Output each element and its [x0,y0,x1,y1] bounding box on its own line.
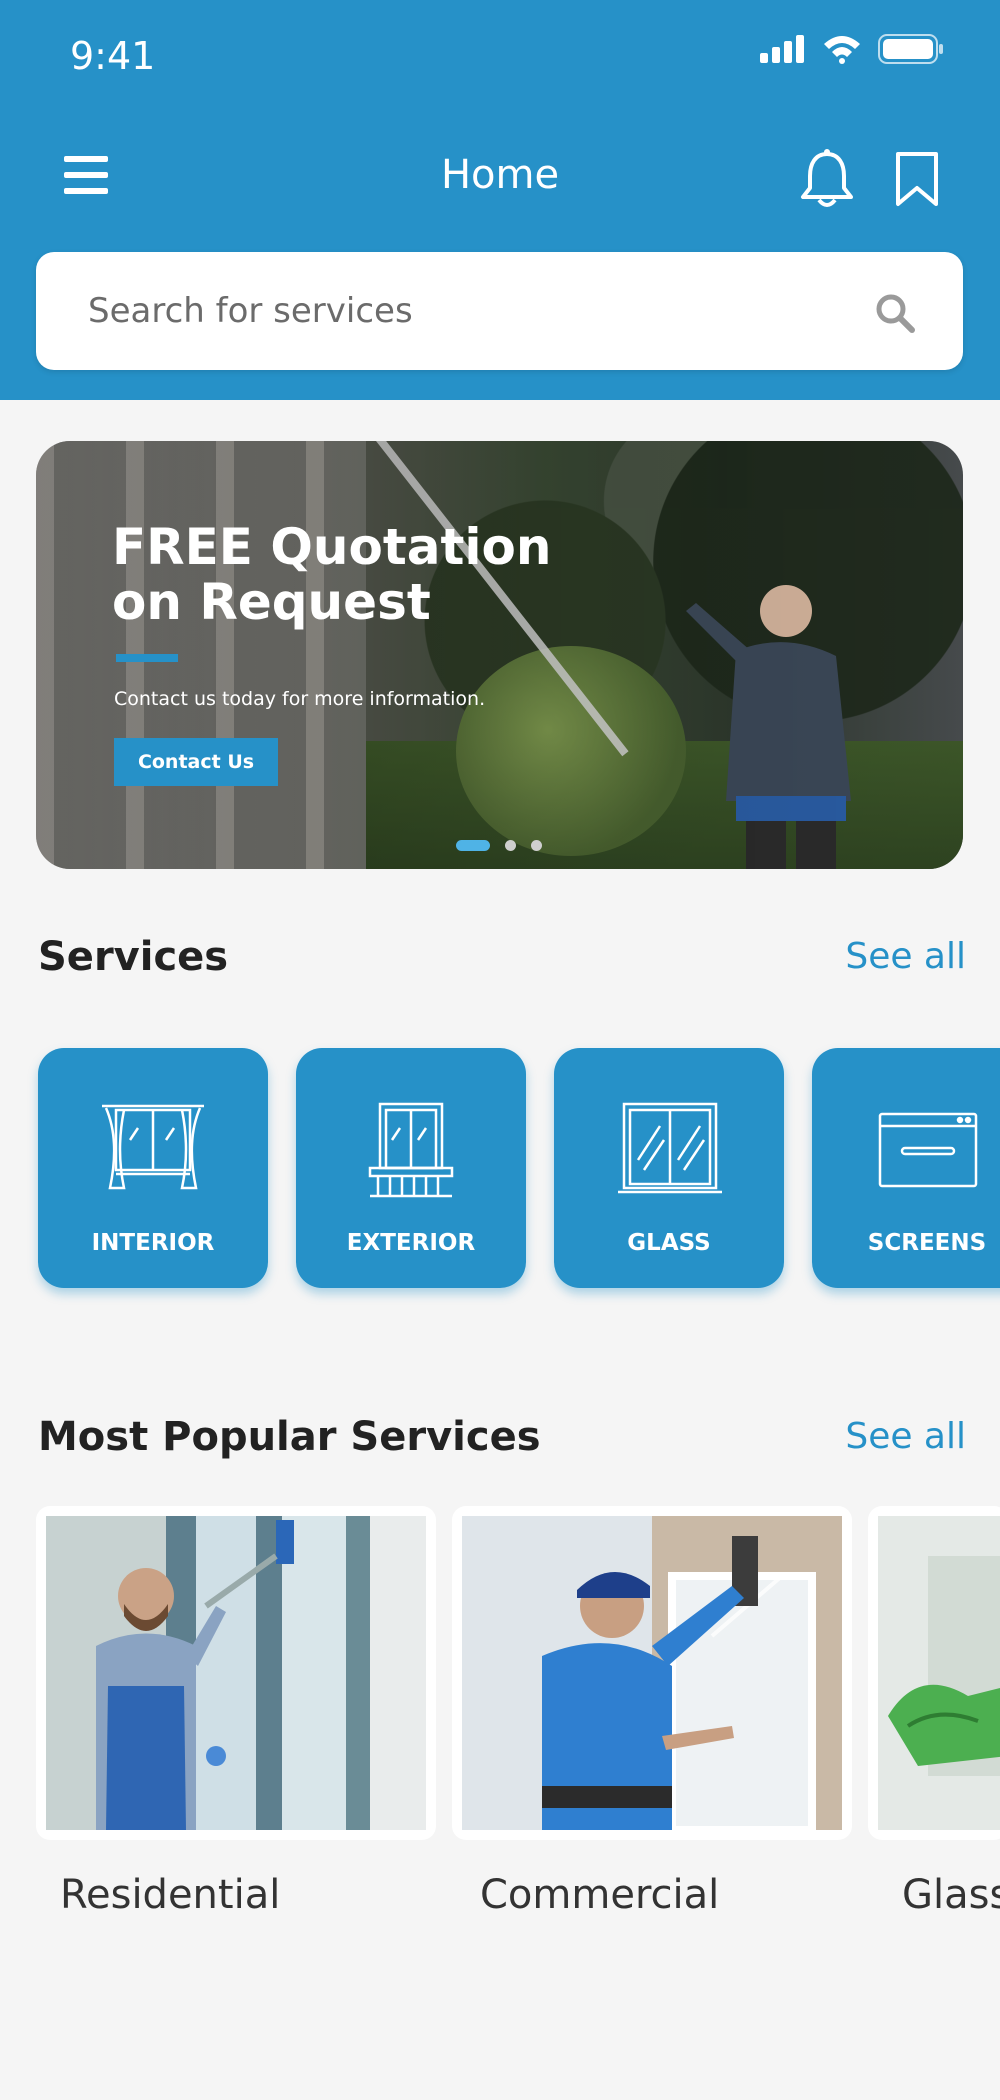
status-icons [760,34,944,64]
service-card-screens[interactable]: SCREENS [812,1048,1000,1288]
residential-photo [46,1516,426,1830]
services-see-all-link[interactable]: See all [845,936,966,977]
bookmark-icon[interactable] [892,150,942,208]
wifi-icon [824,36,860,64]
service-label: INTERIOR [91,1230,215,1256]
balcony-window-icon [368,1102,454,1198]
search-bar [36,252,963,370]
services-heading: Services [38,934,229,980]
service-label: SCREENS [867,1230,987,1256]
curtain-window-icon [102,1104,204,1190]
banner-accent-line [116,654,178,662]
carousel-dot[interactable] [531,840,542,851]
popular-card-glass[interactable] [868,1506,1000,1840]
glass-photo [878,1516,1000,1830]
popular-label: Residential [60,1872,281,1918]
banner-subtitle: Contact us today for more information. [114,688,486,710]
notification-bell-icon[interactable] [798,148,856,210]
carousel-indicator [0,840,1000,852]
status-time: 9:41 [70,34,156,78]
carousel-dot-active[interactable] [456,840,490,851]
popular-heading: Most Popular Services [38,1414,541,1460]
service-label: GLASS [627,1230,711,1256]
battery-icon [878,34,943,64]
service-card-glass[interactable]: GLASS [554,1048,784,1288]
signal-icon [760,35,804,63]
popular-see-all-link[interactable]: See all [845,1416,966,1457]
contact-us-button[interactable]: Contact Us [114,738,278,786]
carousel-dot[interactable] [505,840,516,851]
service-card-interior[interactable]: INTERIOR [38,1048,268,1288]
glass-pane-icon [618,1102,722,1194]
app-header: 9:41 Home [0,0,1000,400]
popular-card-commercial[interactable] [452,1506,852,1840]
banner-title: FREE Quotation on Request [112,518,552,631]
service-label: EXTERIOR [346,1230,476,1256]
popular-card-residential[interactable] [36,1506,436,1840]
commercial-photo [462,1516,842,1830]
popular-label: Glass [902,1872,1000,1918]
popular-label: Commercial [480,1872,720,1918]
screen-panel-icon [878,1112,978,1188]
search-input[interactable] [88,282,848,340]
search-icon[interactable] [874,292,916,334]
service-card-exterior[interactable]: EXTERIOR [296,1048,526,1288]
